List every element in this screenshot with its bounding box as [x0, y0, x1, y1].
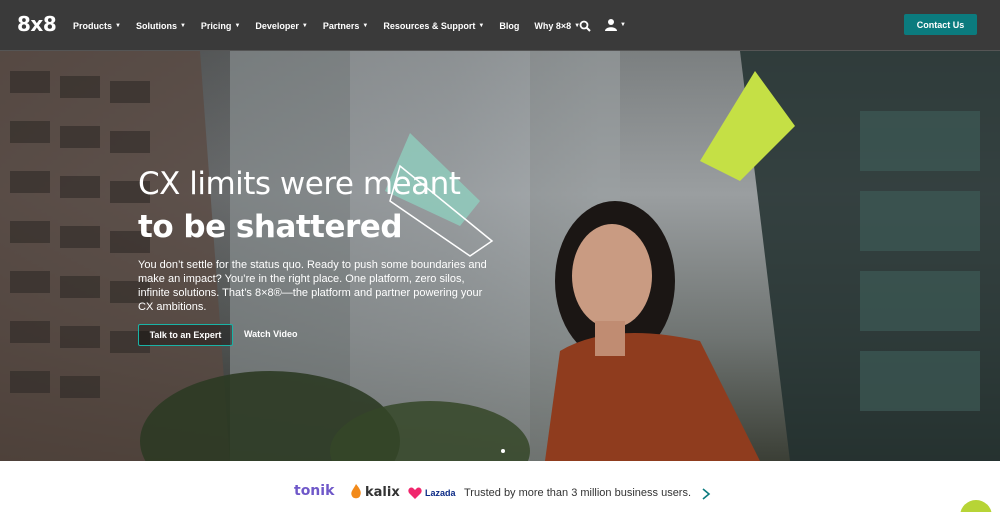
hero-title-line-1: CX limits were meant	[138, 166, 461, 202]
top-navigation: 8x8 Products ▼ Solutions ▼ Pricing ▼ Develo…	[0, 0, 1000, 51]
caret-down-icon: ▼	[115, 22, 121, 29]
nav-pricing-label: Pricing	[200, 20, 232, 31]
hero-title-line-2: to be shattered	[138, 209, 403, 245]
caret-down-icon: ▼	[478, 22, 485, 29]
logo-lazada: Lazada	[408, 487, 456, 499]
search-icon[interactable]	[579, 19, 591, 32]
hero-background-image	[0, 51, 1000, 461]
caret-down-icon: ▼	[620, 21, 626, 28]
logo-lazada-text: Lazada	[425, 488, 456, 498]
main-menu: Products ▼ Solutions ▼ Pricing ▼ Developer ▼…	[73, 0, 595, 51]
nav-developer[interactable]: Developer ▼	[255, 21, 307, 31]
nav-resources-label: Resources & Support	[383, 20, 476, 31]
caret-down-icon: ▼	[179, 22, 186, 29]
nav-why-label: Why 8×8	[534, 20, 572, 31]
hero-description: You don’t settle for the status quo. Rea…	[138, 259, 487, 313]
contact-us-button[interactable]: Contact Us	[904, 14, 977, 35]
nav-partners-label: Partners	[322, 20, 360, 31]
user-menu[interactable]: ▼	[605, 18, 626, 31]
carousel-dot[interactable]	[501, 449, 505, 453]
caret-down-icon: ▼	[362, 22, 369, 29]
hero-section: CX limits were meant to be shattered You…	[0, 51, 1000, 461]
nav-developer-label: Developer	[255, 20, 299, 31]
logo-8x8[interactable]: 8x8	[17, 12, 57, 36]
nav-solutions-label: Solutions	[135, 20, 177, 31]
nav-why-8x8[interactable]: Why 8×8 ▼	[534, 21, 580, 31]
caret-down-icon: ▼	[301, 22, 308, 29]
user-icon	[605, 19, 617, 31]
watch-video-link[interactable]: Watch Video	[244, 329, 298, 339]
nav-blog[interactable]: Blog	[499, 21, 519, 31]
logo-kalix: kalix	[350, 484, 400, 500]
trust-statement: Trusted by more than 3 million business …	[464, 487, 692, 499]
chevron-right-icon[interactable]	[701, 487, 711, 505]
nav-pricing[interactable]: Pricing ▼	[201, 21, 240, 31]
nav-blog-label: Blog	[499, 20, 520, 31]
nav-products-label: Products	[73, 20, 113, 31]
kalix-flame-icon	[351, 484, 361, 499]
logo-kalix-text: kalix	[365, 484, 400, 500]
nav-resources-support[interactable]: Resources & Support ▼	[383, 21, 484, 31]
caret-down-icon: ▼	[234, 22, 241, 29]
nav-solutions[interactable]: Solutions ▼	[136, 21, 186, 31]
logo-tonik: tonik	[294, 483, 335, 499]
lazada-heart-icon	[408, 487, 422, 499]
nav-products[interactable]: Products ▼	[73, 21, 121, 31]
nav-partners[interactable]: Partners ▼	[323, 21, 368, 31]
talk-to-expert-button[interactable]: Talk to an Expert	[138, 324, 233, 346]
